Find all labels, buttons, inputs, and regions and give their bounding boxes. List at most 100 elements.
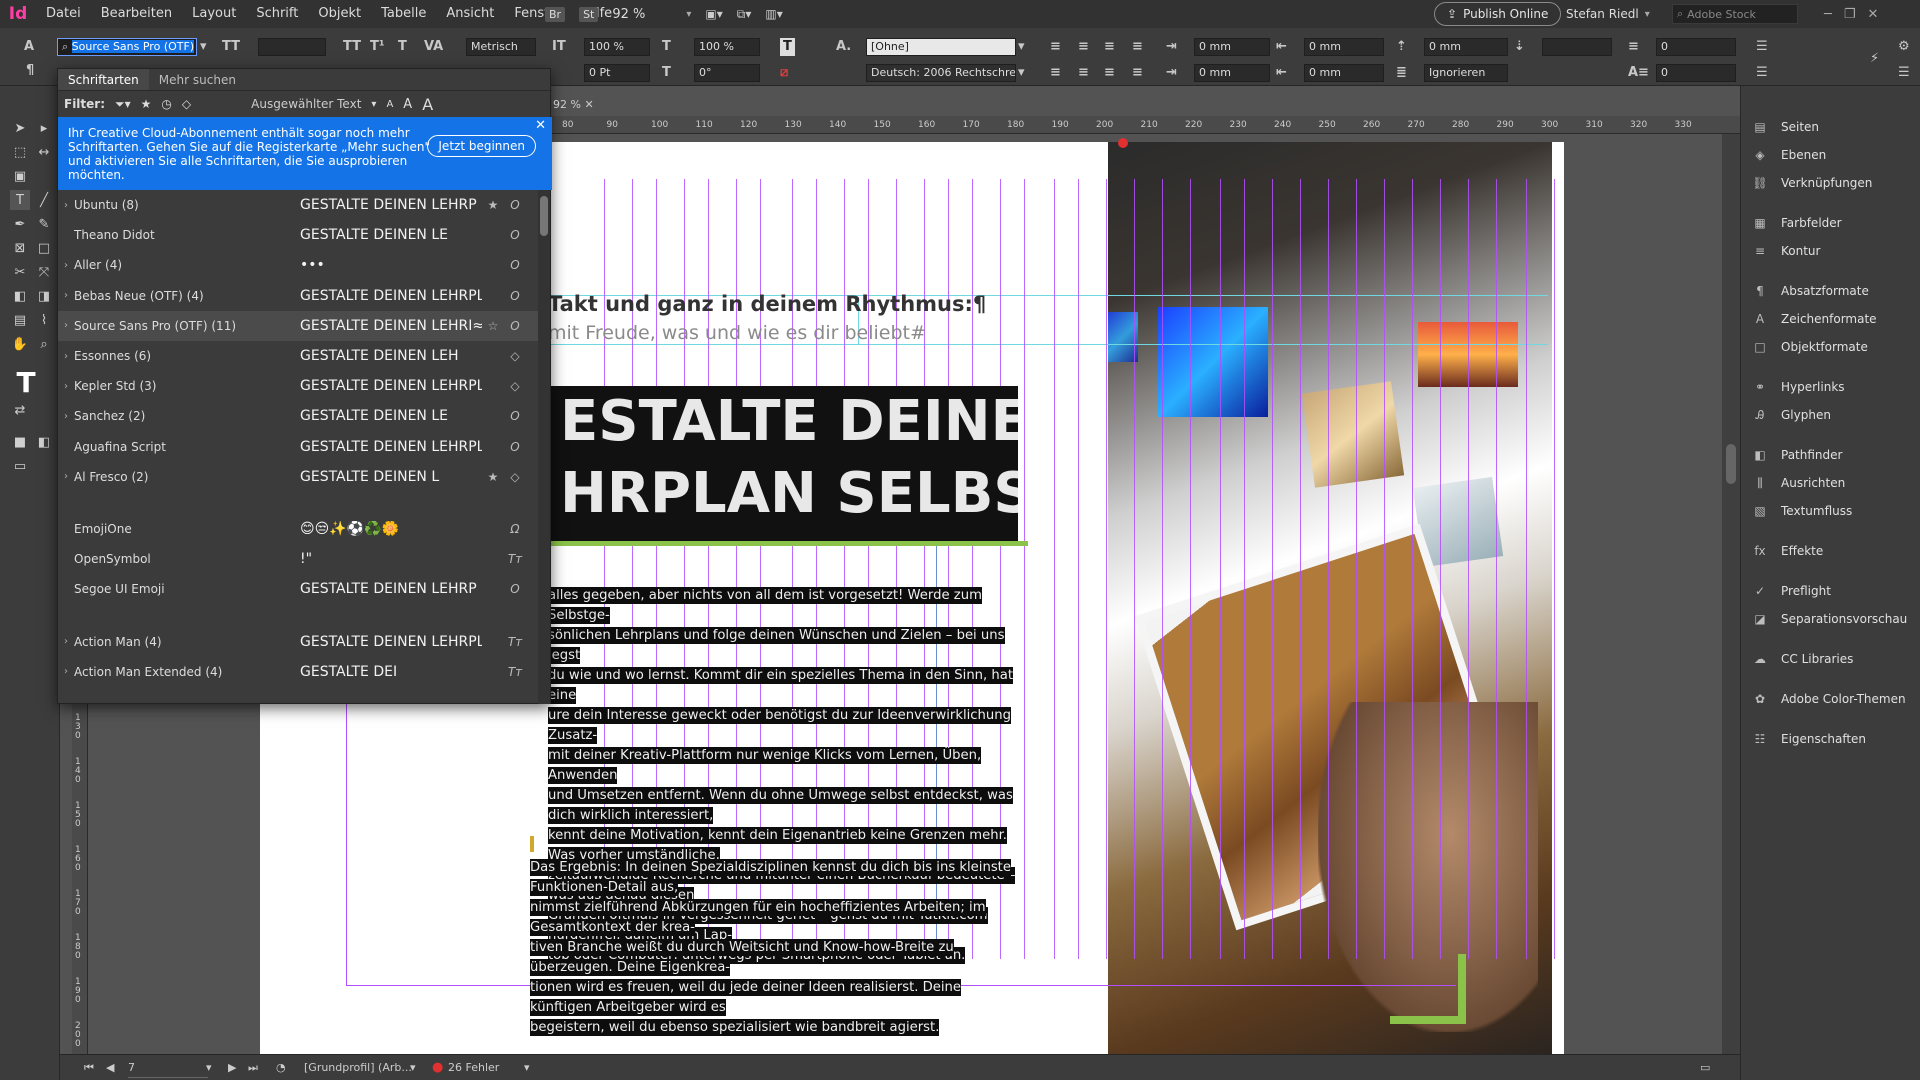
panel-item-ebenen[interactable]: ◈ Ebenen: [1751, 144, 1826, 166]
menu-bearbeiten[interactable]: Bearbeiten: [91, 0, 182, 28]
panel-item-hyperlinks[interactable]: ⚭ Hyperlinks: [1751, 376, 1845, 398]
last-page-icon[interactable]: ⏭: [248, 1059, 258, 1077]
chevron-down-icon[interactable]: ▾: [1018, 38, 1025, 56]
scroll-thumb[interactable]: [1726, 444, 1736, 484]
chevron-down-icon[interactable]: ▾: [1018, 64, 1025, 82]
expand-arrow-icon[interactable]: ›: [58, 260, 74, 271]
justify-icon[interactable]: ≡: [1132, 38, 1143, 56]
kerning-icon[interactable]: VA: [424, 38, 443, 56]
close-icon[interactable]: ✕: [535, 119, 546, 133]
panel-item-preflight[interactable]: ✓ Preflight: [1751, 580, 1831, 602]
eyedropper-tool-icon[interactable]: ⌇: [34, 310, 54, 330]
font-list-item[interactable]: › Essonnes (6) GESTALTE DEINEN LEH ◇: [58, 341, 540, 371]
scroll-thumb[interactable]: [540, 196, 548, 236]
selection-tool-icon[interactable]: ➤: [10, 118, 30, 138]
apply-gradient-icon[interactable]: ◧: [34, 432, 54, 452]
rectangle-frame-tool-icon[interactable]: ⊠: [10, 238, 30, 258]
expand-arrow-icon[interactable]: ›: [58, 290, 74, 301]
recent-filter-icon[interactable]: ◷: [161, 97, 171, 111]
horizontal-scale-field[interactable]: 100 %: [694, 38, 760, 56]
pen-tool-icon[interactable]: ✒: [10, 214, 30, 234]
panel-item-separationsvorschau[interactable]: ◪ Separationsvorschau: [1751, 608, 1907, 630]
chevron-down-icon[interactable]: ▾: [524, 1059, 530, 1077]
menu-objekt[interactable]: Objekt: [308, 0, 371, 28]
baseline-shift-field[interactable]: 0 Pt: [584, 64, 650, 82]
chevron-down-icon[interactable]: ▾: [686, 9, 691, 20]
large-sample-icon[interactable]: A: [422, 95, 433, 114]
justify-left-icon[interactable]: ≡: [1050, 64, 1061, 82]
underline-icon[interactable]: T: [398, 38, 407, 56]
zoom-level[interactable]: 92 %: [612, 7, 672, 22]
menu-schrift[interactable]: Schrift: [246, 0, 308, 28]
publish-online-button[interactable]: ⇪ Publish Online: [1434, 2, 1562, 26]
direct-selection-tool-icon[interactable]: ▸: [34, 118, 54, 138]
font-list-item[interactable]: › Source Sans Pro (OTF) (11) GESTALTE DEIN…: [58, 310, 540, 341]
apply-color-icon[interactable]: ■: [10, 432, 30, 452]
panel-item-eigenschaften[interactable]: ☷ Eigenschaften: [1751, 728, 1866, 750]
panel-item-cc-libraries[interactable]: ☁ CC Libraries: [1751, 648, 1853, 670]
bullets-icon[interactable]: ☰: [1756, 38, 1768, 56]
screen-mode-icon[interactable]: ▣▾: [705, 7, 722, 21]
align-center-icon[interactable]: ≡: [1078, 38, 1089, 56]
font-list-item[interactable]: › Action Man (4) GESTALTE DEINEN LEHRPL Tт: [58, 626, 540, 656]
menu-datei[interactable]: Datei: [36, 0, 91, 28]
typekit-filter-icon[interactable]: ◇: [182, 97, 191, 111]
expand-arrow-icon[interactable]: ›: [58, 320, 74, 331]
subheading-2[interactable]: mit Freude, was und wie es dir beliebt#: [548, 322, 926, 344]
expand-arrow-icon[interactable]: ›: [58, 666, 74, 677]
language-field[interactable]: Deutsch: 2006 Rechtschrei...: [866, 64, 1016, 82]
kerning-field[interactable]: Metrisch: [466, 38, 536, 56]
justify-all-icon[interactable]: ≡: [1078, 64, 1089, 82]
font-family-field[interactable]: ⌕ Source Sans Pro (OTF): [57, 38, 197, 56]
expand-arrow-icon[interactable]: ›: [58, 411, 74, 422]
vertical-scale-field[interactable]: 100 %: [584, 38, 650, 56]
first-line-indent-field[interactable]: 0 mm: [1194, 64, 1270, 82]
font-list-item[interactable]: › Al Fresco (2) GESTALTE DEINEN L ★ ◇: [58, 462, 540, 492]
fill-stroke-type-icon[interactable]: T: [10, 366, 42, 399]
skew-field[interactable]: 0°: [694, 64, 760, 82]
chevron-down-icon[interactable]: ▾: [410, 1059, 416, 1077]
panel-item-absatzformate[interactable]: ¶ Absatzformate: [1751, 280, 1869, 302]
chevron-down-icon[interactable]: ▾: [1645, 9, 1650, 20]
panel-item-kontur[interactable]: ≡ Kontur: [1751, 240, 1821, 262]
subheading-1[interactable]: Takt und ganz in deinem Rhythmus:¶: [548, 292, 986, 316]
menu-ansicht[interactable]: Ansicht: [436, 0, 504, 28]
user-name[interactable]: Stefan Riedl: [1566, 7, 1639, 21]
bridge-icon[interactable]: Br: [545, 6, 566, 22]
type-tool-icon[interactable]: T: [10, 190, 30, 210]
panel-item-adobe-color-themen[interactable]: ✿ Adobe Color-Themen: [1751, 688, 1906, 710]
space-after-field[interactable]: [1542, 38, 1612, 56]
free-transform-tool-icon[interactable]: ⤧: [34, 262, 54, 282]
hyphenation-field[interactable]: Ignorieren: [1424, 64, 1508, 82]
font-list-scrollbar[interactable]: [538, 190, 550, 704]
swap-fill-stroke-icon[interactable]: ⇄: [10, 400, 30, 420]
close-icon[interactable]: ✕: [584, 98, 593, 111]
font-list-item[interactable]: Theano Didot GESTALTE DEINEN LE O: [58, 220, 540, 250]
preview-text-select[interactable]: Ausgewählter Text: [251, 97, 361, 111]
font-list-item[interactable]: Aguafina Script GESTALTE DEINEN LEHRPLAN …: [58, 432, 540, 462]
font-list-item[interactable]: › Bebas Neue (OTF) (4) GESTALTE DEINEN LEH…: [58, 281, 540, 311]
preflight-profile[interactable]: [Grundprofil] (Arb...: [304, 1059, 412, 1077]
menu-tabelle[interactable]: Tabelle: [371, 0, 436, 28]
character-mode-icon[interactable]: A: [24, 38, 34, 56]
restore-icon[interactable]: ❐: [1838, 7, 1862, 22]
content-collector-icon[interactable]: ▣: [10, 166, 30, 186]
all-caps-icon[interactable]: TT: [343, 38, 361, 56]
menu-layout[interactable]: Layout: [182, 0, 246, 28]
character-style-field[interactable]: [Ohne]: [866, 38, 1016, 56]
vertical-scrollbar[interactable]: [1722, 134, 1740, 1054]
panel-item-farbfelder[interactable]: ▦ Farbfelder: [1751, 212, 1841, 234]
favorite-star-icon[interactable]: ★: [482, 198, 504, 212]
preflight-status-icon[interactable]: ◔: [276, 1059, 286, 1077]
small-sample-icon[interactable]: A: [386, 99, 393, 110]
page-number-field[interactable]: 7: [128, 1059, 208, 1078]
note-tool-icon[interactable]: ▤: [10, 310, 30, 330]
gradient-feather-icon[interactable]: ◨: [34, 286, 54, 306]
panel-item-verkn-pfungen[interactable]: ⛓ Verknüpfungen: [1751, 172, 1872, 194]
jetzt-beginnen-button[interactable]: Jetzt beginnen: [427, 135, 536, 157]
tab-schriftarten[interactable]: Schriftarten: [58, 69, 149, 90]
align-away-spine-icon[interactable]: ≡: [1132, 64, 1143, 82]
favorite-star-icon[interactable]: ☆: [482, 319, 504, 333]
rectangle-tool-icon[interactable]: □: [34, 238, 54, 258]
font-list-item[interactable]: OpenSymbol !" Tт: [58, 544, 540, 574]
